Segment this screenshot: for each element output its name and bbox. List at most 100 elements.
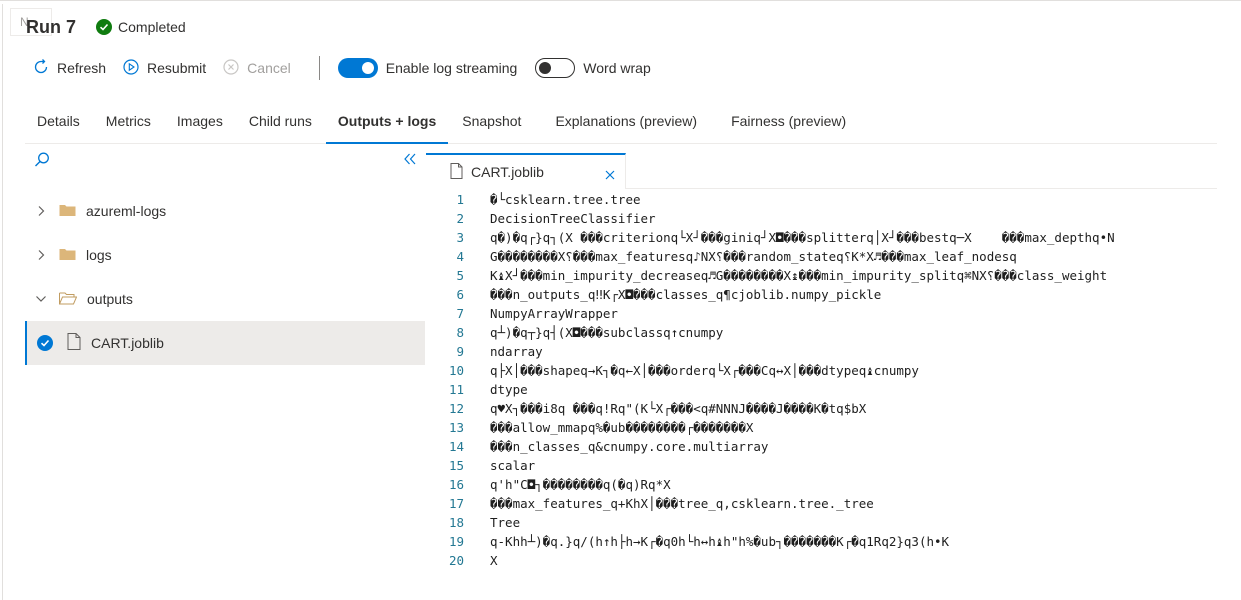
code-line: 2 DecisionTreeClassifier [426, 209, 1217, 228]
tab-outputs-logs[interactable]: Outputs + logs [325, 108, 449, 144]
code-line: 7 NumpyArrayWrapper [426, 304, 1217, 323]
line-text: ndarray [490, 344, 543, 359]
line-number: 20 [448, 553, 464, 568]
status-badge: Completed [96, 19, 186, 35]
folder-icon [59, 247, 76, 264]
code-line: 20 X [426, 551, 1217, 568]
line-text: �└csklearn.tree.tree [490, 192, 641, 207]
file-icon [450, 162, 463, 182]
tree-item-label: CART.joblib [91, 335, 164, 351]
line-number: 6 [456, 287, 464, 302]
refresh-button[interactable]: Refresh [32, 55, 106, 81]
line-number: 7 [456, 306, 464, 321]
tree-item-cart-joblib[interactable]: CART.joblib [25, 321, 425, 365]
toolbar-divider [318, 56, 320, 80]
tab-metrics[interactable]: Metrics [94, 108, 163, 144]
line-number: 16 [448, 477, 464, 492]
file-tree-panel: azureml-logs logs outputs CART.joblib [25, 145, 425, 600]
line-text: q�)�q┌}q┐(X ���criterionq└X┘���giniq┘X◘�… [490, 230, 1115, 245]
file-tab-label: CART.joblib [471, 164, 544, 180]
line-text: ���allow_mmapq%�ub��������┌�������X [490, 420, 754, 435]
tree-item-outputs[interactable]: outputs [25, 277, 425, 321]
cancel-button[interactable]: Cancel [222, 55, 291, 81]
editor-file-tab[interactable]: CART.joblib [426, 153, 626, 189]
tab-images[interactable]: Images [165, 108, 235, 144]
line-text: ���n_outputs_q‼K┌X◘���classes_q¶cjoblib.… [490, 287, 882, 302]
line-text: q-Khh┴)�q.}q/(h↑h├h→K┌�q0h└h↔h♝h"h%�ub┐�… [490, 534, 950, 549]
switch-knob [361, 62, 374, 74]
tab-snapshot[interactable]: Snapshot [450, 108, 533, 144]
line-text: Tree [490, 515, 521, 530]
tree-item-logs[interactable]: logs [25, 233, 425, 277]
line-text: ���max_features_q+KhX│���tree_q,csklearn… [490, 496, 874, 511]
line-number: 17 [448, 496, 464, 511]
code-line: 16 q'h"C◘┐��������q(�q)Rq*X [426, 475, 1217, 494]
line-text: ���n_classes_q&cnumpy.core.multiarray [490, 439, 769, 454]
code-line: 10 q├X│���shapeq→K┐�q←X│���orderq└X┌���Cq… [426, 361, 1217, 380]
line-text: q♥X┐���i8q ���q!Rq"(K└X┌���<q#NNNJ����J�… [490, 401, 867, 416]
window-left-border [2, 4, 3, 600]
code-line: 5 K♝X┘���min_impurity_decreaseq♬G��������… [426, 266, 1217, 285]
refresh-icon [32, 58, 50, 79]
line-text: q├X│���shapeq→K┐�q←X│���orderq└X┌���Cq↔X… [490, 363, 919, 378]
tab-strip-border [626, 188, 1217, 189]
code-line: 6 ���n_outputs_q‼K┌X◘���classes_q¶cjoblib… [426, 285, 1217, 304]
line-number: 2 [456, 211, 464, 226]
check-circle-icon [96, 19, 113, 35]
line-number: 18 [448, 515, 464, 530]
resubmit-label: Resubmit [147, 60, 207, 76]
run-tabs: Details Metrics Images Child runs Output… [25, 108, 1217, 144]
log-streaming-switch[interactable] [337, 58, 378, 78]
line-number: 1 [456, 192, 464, 207]
code-line: 19 q-Khh┴)�q.}q/(h↑h├h→K┌�q0h└h↔h♝h"h%�ub… [426, 532, 1217, 551]
refresh-label: Refresh [57, 60, 107, 76]
selected-check-icon [37, 335, 53, 351]
tree-item-azureml-logs[interactable]: azureml-logs [25, 189, 425, 233]
line-text: dtype [490, 382, 528, 397]
word-wrap-label: Word wrap [583, 60, 651, 76]
line-number: 15 [448, 458, 464, 473]
line-text: K♝X┘���min_impurity_decreaseq♬G��������X… [490, 268, 1108, 283]
folder-icon [59, 203, 76, 220]
line-number: 5 [456, 268, 464, 283]
chevron-right-icon[interactable] [33, 249, 49, 261]
tab-details[interactable]: Details [25, 108, 92, 144]
word-wrap-toggle[interactable]: Word wrap [535, 58, 651, 78]
switch-knob [539, 62, 552, 74]
file-tree-toolbar [25, 145, 425, 181]
tab-explanations[interactable]: Explanations (preview) [543, 108, 709, 144]
code-line: 9 ndarray [426, 342, 1217, 361]
code-line: 1 �└csklearn.tree.tree [426, 190, 1217, 209]
resubmit-button[interactable]: Resubmit [122, 55, 206, 81]
code-line: 18 Tree [426, 513, 1217, 532]
chevron-right-icon[interactable] [33, 205, 49, 217]
tree-item-label: azureml-logs [86, 203, 167, 219]
line-number: 9 [456, 344, 464, 359]
close-icon[interactable] [605, 167, 615, 183]
page-title: Run 7 [26, 16, 77, 37]
line-text: G��������X⸮���max_featuresq♪NX⸮���random… [490, 249, 1017, 264]
play-circle-icon [122, 58, 140, 79]
folder-open-icon [59, 291, 78, 308]
cancel-label: Cancel [247, 60, 291, 76]
code-line: 11 dtype [426, 380, 1217, 399]
line-text: DecisionTreeClassifier [490, 211, 656, 226]
tab-child-runs[interactable]: Child runs [237, 108, 324, 144]
cancel-circle-icon [222, 58, 240, 79]
code-line: 13 ���allow_mmapq%�ub��������┌�������X [426, 418, 1217, 437]
code-line: 17 ���max_features_q+KhX│���tree_q,csklea… [426, 494, 1217, 513]
double-chevron-left-icon[interactable] [403, 152, 417, 169]
code-content[interactable]: 1 �└csklearn.tree.tree 2 DecisionTreeClassi… [426, 190, 1217, 568]
line-number: 4 [456, 249, 464, 264]
status-text: Completed [118, 19, 186, 35]
search-icon[interactable] [33, 151, 51, 172]
log-streaming-toggle[interactable]: Enable log streaming [337, 58, 517, 78]
code-line: 12 q♥X┐���i8q ���q!Rq"(K└X┌���<q#NNNJ����… [426, 399, 1217, 418]
line-text: q┴)�q┬}q┤(X◘���subclassq↑cnumpy [490, 325, 724, 340]
tab-fairness[interactable]: Fairness (preview) [719, 108, 858, 144]
word-wrap-switch[interactable] [535, 58, 576, 78]
file-icon [67, 333, 81, 353]
chevron-down-icon[interactable] [33, 294, 49, 304]
tree-item-label: logs [86, 247, 112, 263]
line-text: q'h"C◘┐��������q(�q)Rq*X [490, 477, 671, 492]
